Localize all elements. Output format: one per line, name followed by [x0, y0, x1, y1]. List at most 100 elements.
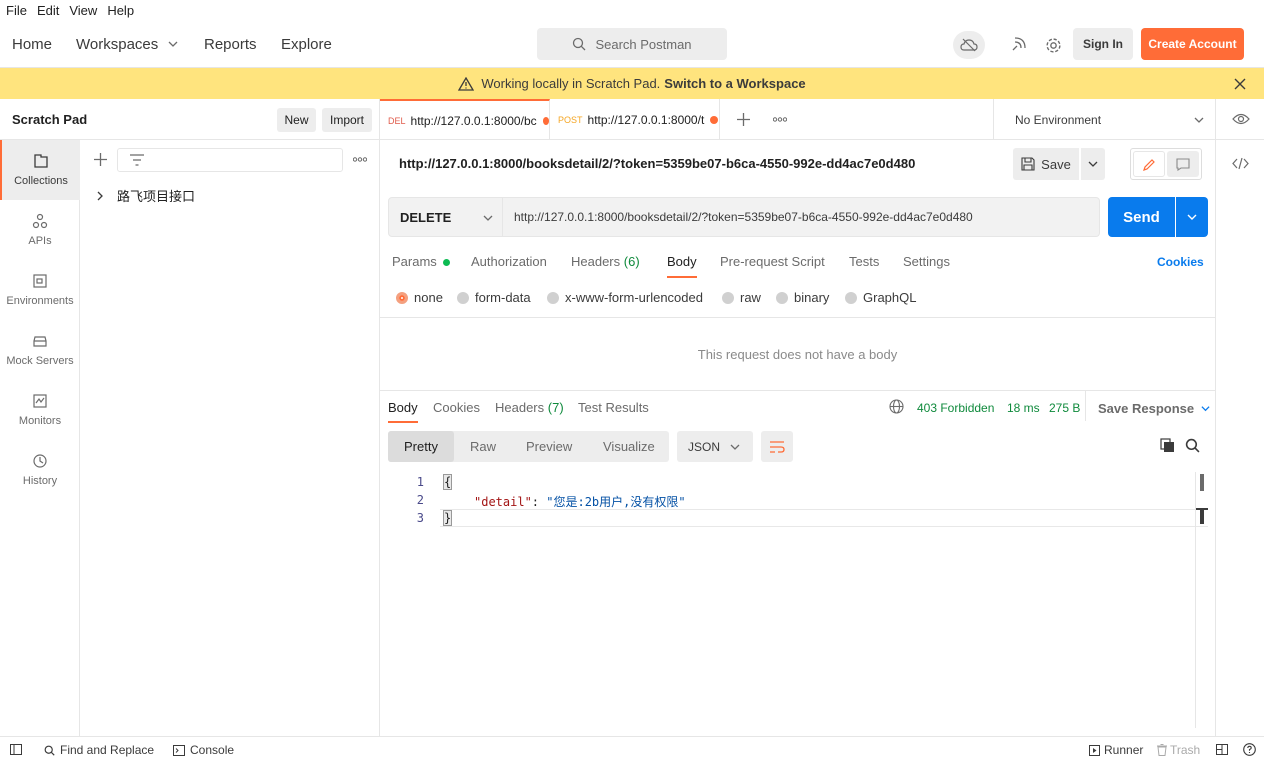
sidebar-nav: Collections APIs Environments Mock Serve… — [0, 140, 80, 736]
search-icon[interactable] — [1185, 438, 1200, 453]
menu-edit[interactable]: Edit — [37, 0, 59, 22]
code-snippet-icon[interactable] — [1232, 157, 1249, 170]
menu-file[interactable]: File — [6, 0, 27, 22]
url-input[interactable]: http://127.0.0.1:8000/booksdetail/2/?tok… — [503, 197, 1100, 237]
json-separator: : — [531, 495, 547, 509]
tab-delete-request[interactable]: DEL http://127.0.0.1:8000/bc — [380, 99, 550, 140]
nav-home[interactable]: Home — [12, 36, 52, 53]
tab-params[interactable]: Params — [392, 254, 451, 269]
find-replace-label: Find and Replace — [60, 743, 155, 757]
more-options-icon[interactable] — [353, 157, 367, 162]
globe-icon[interactable] — [889, 399, 904, 414]
save-button[interactable]: Save — [1013, 148, 1079, 180]
sidebar-title: Scratch Pad — [12, 112, 88, 127]
tab-pre-request-script[interactable]: Pre-request Script — [720, 254, 825, 269]
capture-button[interactable] — [1003, 31, 1033, 59]
tab-headers[interactable]: Headers (6) — [571, 254, 640, 269]
scrollbar-thumb[interactable] — [1200, 474, 1204, 491]
help-icon[interactable] — [1243, 743, 1256, 756]
create-account-button[interactable]: Create Account — [1141, 28, 1244, 60]
sidebar-header: Scratch Pad New Import — [0, 99, 380, 140]
sidebar-item-monitors[interactable]: Monitors — [0, 380, 80, 440]
toggle-sidebar-icon[interactable] — [10, 744, 22, 755]
active-line-highlight — [440, 509, 1208, 527]
send-dropdown-button[interactable] — [1176, 197, 1208, 237]
request-title[interactable]: http://127.0.0.1:8000/booksdetail/2/?tok… — [399, 156, 915, 171]
warning-icon — [458, 76, 475, 91]
new-button[interactable]: New — [277, 108, 316, 132]
sign-in-button[interactable]: Sign In — [1073, 28, 1133, 60]
save-response-button[interactable]: Save Response — [1098, 401, 1210, 416]
copy-icon[interactable] — [1160, 438, 1175, 453]
nav-workspaces[interactable]: Workspaces — [76, 36, 178, 53]
edit-mode-button[interactable] — [1133, 151, 1165, 177]
body-type-label: x-www-form-urlencoded — [565, 290, 703, 305]
close-icon[interactable] — [1234, 78, 1246, 90]
response-time[interactable]: 18 ms — [1007, 401, 1040, 415]
search-box[interactable]: Search Postman — [537, 28, 727, 60]
sidebar-item-apis[interactable]: APIs — [0, 200, 80, 260]
runner-button[interactable]: Runner — [1089, 743, 1143, 757]
environment-select[interactable]: No Environment — [993, 99, 1214, 140]
find-replace-button[interactable]: Find and Replace — [44, 743, 154, 757]
more-tabs-icon[interactable] — [773, 117, 787, 122]
sidebar-item-collections[interactable]: Collections — [0, 140, 80, 200]
tab-settings[interactable]: Settings — [903, 254, 950, 269]
sidebar-item-environments[interactable]: Environments — [0, 260, 80, 320]
response-tab-body[interactable]: Body — [388, 400, 418, 423]
nav-reports[interactable]: Reports — [204, 36, 257, 53]
view-raw[interactable]: Raw — [470, 439, 496, 454]
body-type-none[interactable]: none — [396, 290, 443, 305]
import-button[interactable]: Import — [322, 108, 372, 132]
body-type-urlencoded[interactable]: x-www-form-urlencoded — [547, 290, 703, 305]
plus-icon[interactable] — [94, 153, 107, 166]
switch-workspace-link[interactable]: Switch to a Workspace — [664, 76, 805, 91]
nav-explore[interactable]: Explore — [281, 36, 332, 53]
collection-item[interactable]: 路飞项目接口 — [96, 186, 195, 205]
sidebar-item-history[interactable]: History — [0, 440, 80, 500]
body-type-label: binary — [794, 290, 830, 305]
tab-url: http://127.0.0.1:8000/t — [587, 112, 705, 127]
body-type-graphql[interactable]: GraphQL — [845, 290, 916, 305]
menu-help[interactable]: Help — [107, 0, 134, 22]
tab-tests[interactable]: Tests — [849, 254, 879, 269]
body-type-form-data[interactable]: form-data — [457, 290, 531, 305]
trash-button[interactable]: Trash — [1157, 743, 1200, 757]
view-preview[interactable]: Preview — [526, 439, 572, 454]
sync-cloud-button[interactable] — [953, 31, 985, 59]
console-button[interactable]: Console — [173, 743, 234, 757]
body-type-binary[interactable]: binary — [776, 290, 829, 305]
view-visualize[interactable]: Visualize — [603, 439, 655, 454]
layout-icon[interactable] — [1216, 744, 1228, 755]
chevron-down-icon — [168, 41, 178, 47]
response-tab-cookies[interactable]: Cookies — [433, 400, 480, 415]
tab-post-request[interactable]: POST http://127.0.0.1:8000/t — [550, 99, 720, 140]
filter-input[interactable] — [117, 148, 343, 172]
response-status[interactable]: 403 Forbidden — [917, 401, 994, 415]
sidebar-item-mock-servers[interactable]: Mock Servers — [0, 320, 80, 380]
new-tab-icon[interactable] — [737, 113, 750, 126]
menu-view[interactable]: View — [69, 0, 97, 22]
tab-params-label: Params — [392, 254, 437, 269]
send-button[interactable]: Send — [1108, 197, 1175, 237]
environment-quick-look[interactable] — [1215, 99, 1264, 140]
method-select[interactable]: DELETE — [388, 197, 503, 237]
wrap-lines-button[interactable] — [761, 431, 793, 462]
cookies-link[interactable]: Cookies — [1157, 255, 1204, 269]
body-type-raw[interactable]: raw — [722, 290, 761, 305]
response-size[interactable]: 275 B — [1049, 401, 1080, 415]
response-tab-test-results[interactable]: Test Results — [578, 400, 649, 415]
response-tab-headers[interactable]: Headers (7) — [495, 400, 564, 415]
method-label: DELETE — [400, 209, 452, 225]
settings-button[interactable] — [1038, 31, 1068, 59]
save-dropdown-button[interactable] — [1081, 148, 1105, 180]
editor-scrollbar[interactable] — [1195, 472, 1208, 728]
tab-authorization[interactable]: Authorization — [471, 254, 547, 269]
comments-button[interactable] — [1167, 151, 1199, 177]
json-value: "您是:2b用户,没有权限" — [546, 495, 686, 509]
format-select[interactable]: JSON — [677, 431, 753, 462]
response-body-editor[interactable]: 1 2 3 { "detail": "您是:2b用户,没有权限" } — [380, 472, 1215, 732]
chevron-down-icon — [483, 215, 493, 221]
tab-body[interactable]: Body — [667, 254, 697, 278]
view-pretty[interactable]: Pretty — [404, 439, 438, 454]
